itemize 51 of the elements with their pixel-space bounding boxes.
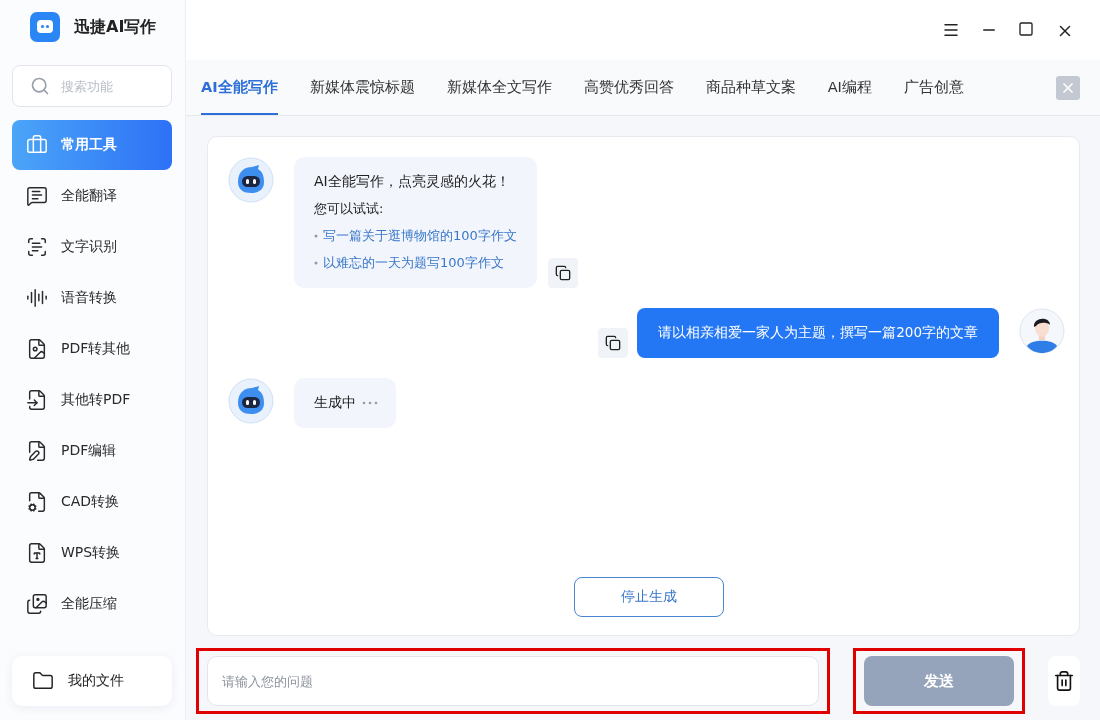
sidebar-item[interactable]: CAD转换 [12,477,172,527]
tab[interactable]: AI编程 [827,60,872,115]
user-avatar-icon [1019,308,1065,354]
sidebar-item[interactable]: PDF转其他 [12,324,172,374]
tab[interactable]: 新媒体全文写作 [446,60,552,115]
search-field[interactable]: 搜索功能 [12,65,172,107]
bullet-icon [314,234,318,238]
document-icon [26,338,48,360]
typing-dots-icon [362,401,378,405]
robot-avatar-icon [228,378,274,424]
question-input[interactable]: 请输入您的问题 [207,656,819,706]
tab[interactable]: 新媒体震惊标题 [309,60,415,115]
text-scan-icon [26,236,48,258]
folder-icon [32,670,54,692]
trash-icon[interactable] [1048,656,1080,706]
sidebar-item[interactable]: 文字识别 [12,222,172,272]
sidebar-item[interactable]: 语音转换 [12,273,172,323]
sidebar-item[interactable]: 其他转PDF [12,375,172,425]
suggestion-link[interactable]: 以难忘的一天为题写100字作文 [314,254,517,272]
toolbox-icon [26,134,48,156]
document-arrow-icon [26,389,48,411]
bullet-icon [314,261,318,265]
tab[interactable]: AI全能写作 [201,60,278,115]
user-message: 请以相亲相爱一家人为主题，撰写一篇200字的文章 [637,308,999,358]
copy-icon[interactable] [598,328,629,358]
my-files-button[interactable]: 我的文件 [12,656,172,706]
sound-wave-icon [26,287,48,309]
sidebar-item[interactable]: 全能翻译 [12,171,172,221]
document-gear-icon [26,491,48,513]
robot-avatar-icon [228,157,274,203]
message-text: 您可以试试: [314,200,385,218]
maximize-icon[interactable] [1018,21,1036,39]
app-title: 迅捷AI写作 [74,16,157,38]
app-logo-icon [30,12,60,42]
tab[interactable]: 商品种草文案 [705,60,796,115]
tab[interactable]: 高赞优秀回答 [583,60,674,115]
chat-bubble-icon [26,185,48,207]
document-letter-icon [26,542,48,564]
tab[interactable]: 广告创意 [903,60,964,115]
pending-message: 生成中 [294,378,396,428]
suggestion-link[interactable]: 写一篇关于逛博物馆的100字作文 [314,227,517,245]
copy-icon[interactable] [547,258,578,288]
sidebar-item[interactable]: 全能压缩 [12,579,172,629]
sidebar-item[interactable]: PDF编辑 [12,426,172,476]
document-pen-icon [26,440,48,462]
sidebar-item[interactable]: WPS转换 [12,528,172,578]
image-icon [26,593,48,615]
stop-button[interactable]: 停止生成 [573,577,724,617]
menu-icon[interactable] [942,21,960,39]
message-text: AI全能写作，点亮灵感的火花！ [314,173,511,191]
search-icon [30,76,50,96]
